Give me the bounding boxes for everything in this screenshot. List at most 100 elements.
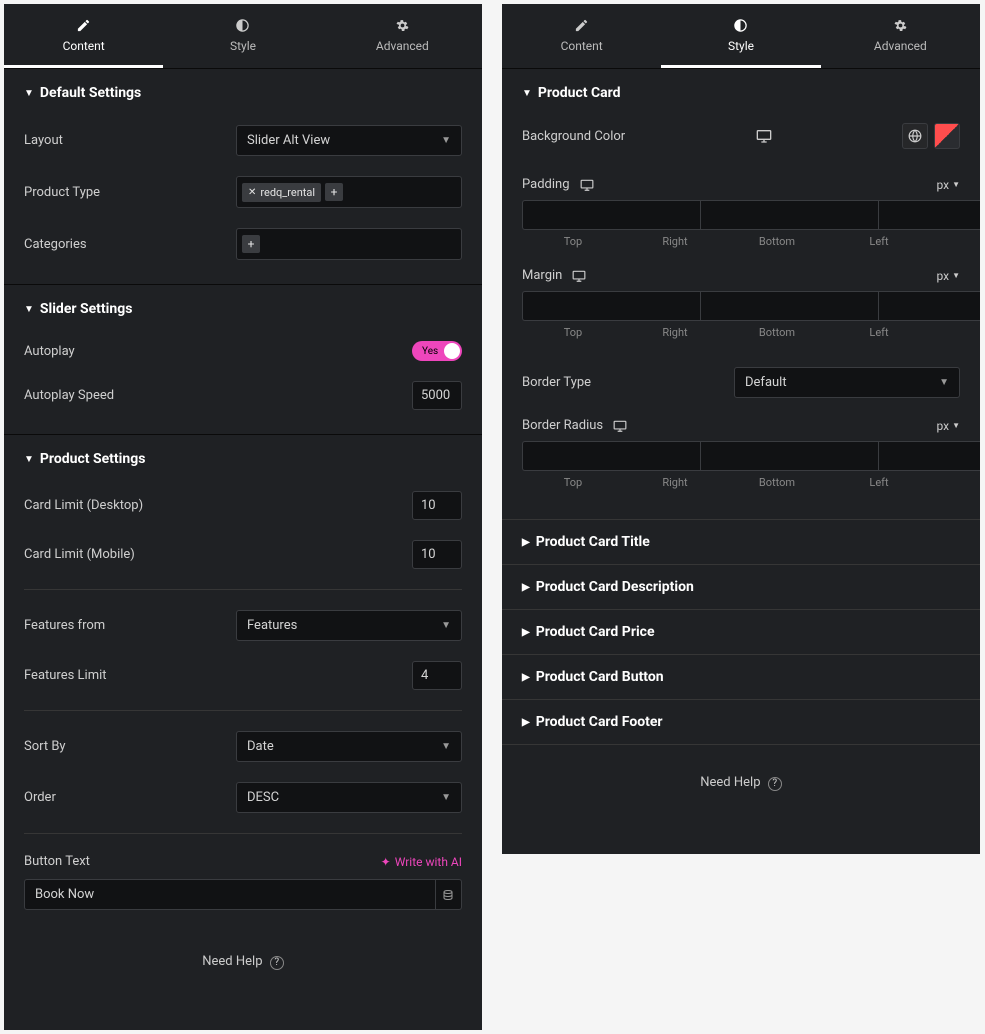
tab-content-label: Content [63, 39, 105, 53]
features-from-value: Features [247, 618, 297, 633]
autoplay-speed-input[interactable] [412, 381, 462, 410]
sort-by-value: Date [247, 739, 274, 754]
tab-advanced[interactable]: Advanced [323, 4, 482, 68]
padding-top-input[interactable] [522, 200, 700, 230]
margin-top-input[interactable] [522, 291, 700, 321]
features-limit-label: Features Limit [24, 668, 412, 683]
section-product-settings-label: Product Settings [40, 451, 145, 467]
section-product-card-button[interactable]: ▶ Product Card Button [502, 654, 980, 699]
add-tag-button[interactable]: + [325, 183, 343, 201]
remove-tag-icon[interactable]: ✕ [248, 187, 256, 198]
padding-bottom-input[interactable] [878, 200, 980, 230]
dim-top: Top [522, 476, 624, 489]
chevron-down-icon: ▼ [441, 792, 451, 803]
categories-input[interactable]: + [236, 228, 462, 260]
chevron-down-icon: ▼ [939, 377, 949, 388]
section-product-card[interactable]: ▼ Product Card [502, 69, 980, 113]
dim-bottom: Bottom [726, 476, 828, 489]
tab-style-r[interactable]: Style [661, 4, 820, 68]
caret-right-icon: ▶ [522, 717, 530, 728]
global-color-button[interactable] [902, 123, 928, 149]
layout-label: Layout [24, 133, 236, 148]
sort-by-select[interactable]: Date ▼ [236, 731, 462, 762]
tab-content[interactable]: Content [4, 4, 163, 68]
order-select[interactable]: DESC ▼ [236, 782, 462, 813]
dim-left: Left [828, 326, 930, 339]
dim-bottom: Bottom [726, 235, 828, 248]
sort-by-label: Sort By [24, 739, 236, 754]
radius-top-input[interactable] [522, 441, 700, 471]
pencil-icon [12, 18, 155, 33]
dim-left: Left [828, 235, 930, 248]
border-type-label: Border Type [522, 375, 734, 390]
features-limit-input[interactable] [412, 661, 462, 690]
style-panel: Content Style Advanced ▼ Product Card Ba… [502, 4, 980, 854]
tag-label: redq_rental [260, 186, 315, 199]
caret-right-icon: ▶ [522, 627, 530, 638]
padding-right-input[interactable] [700, 200, 878, 230]
section-default-settings[interactable]: ▼ Default Settings [4, 69, 482, 113]
desktop-icon[interactable] [572, 269, 586, 283]
border-type-select[interactable]: Default ▼ [734, 367, 960, 398]
write-with-ai-button[interactable]: ✦ Write with AI [381, 855, 462, 869]
chevron-down-icon: ▼ [441, 620, 451, 631]
section-product-card-price-label: Product Card Price [536, 624, 655, 640]
margin-right-input[interactable] [700, 291, 878, 321]
need-help-footer[interactable]: Need Help ? [4, 924, 482, 1010]
tab-advanced-r[interactable]: Advanced [821, 4, 980, 68]
content-scroll: ▼ Default Settings Layout Slider Alt Vie… [4, 69, 482, 1030]
section-slider-settings[interactable]: ▼ Slider Settings [4, 285, 482, 329]
need-help-label-r: Need Help [700, 775, 760, 790]
section-product-settings[interactable]: ▼ Product Settings [4, 435, 482, 479]
padding-unit-select[interactable]: px▼ [936, 178, 960, 192]
button-text-input[interactable] [24, 879, 436, 910]
autoplay-toggle[interactable]: Yes [412, 341, 462, 361]
default-settings-body: Layout Slider Alt View ▼ Product Type ✕ … [4, 113, 482, 284]
tab-content-r[interactable]: Content [502, 4, 661, 68]
section-product-card-footer[interactable]: ▶ Product Card Footer [502, 699, 980, 745]
radius-bottom-input[interactable] [878, 441, 980, 471]
tab-style[interactable]: Style [163, 4, 322, 68]
categories-label: Categories [24, 237, 236, 252]
background-color-label: Background Color [522, 129, 625, 144]
style-scroll: ▼ Product Card Background Color [502, 69, 980, 854]
product-type-label: Product Type [24, 185, 236, 200]
caret-down-icon: ▼ [522, 88, 532, 99]
dim-right: Right [624, 326, 726, 339]
card-limit-desktop-label: Card Limit (Desktop) [24, 498, 412, 513]
margin-unit-select[interactable]: px▼ [936, 269, 960, 283]
need-help-footer-r[interactable]: Need Help ? [502, 745, 980, 831]
margin-bottom-input[interactable] [878, 291, 980, 321]
card-limit-mobile-input[interactable] [412, 540, 462, 569]
need-help-label: Need Help [202, 954, 262, 969]
caret-right-icon: ▶ [522, 672, 530, 683]
sparkle-icon: ✦ [381, 855, 391, 869]
dynamic-tags-button[interactable] [436, 879, 462, 910]
margin-label: Margin [522, 268, 562, 283]
section-product-card-price[interactable]: ▶ Product Card Price [502, 609, 980, 654]
section-product-card-footer-label: Product Card Footer [536, 714, 663, 730]
border-radius-unit-select[interactable]: px▼ [936, 419, 960, 433]
autoplay-toggle-value: Yes [422, 346, 438, 357]
gear-icon [829, 18, 972, 33]
autoplay-label: Autoplay [24, 344, 412, 359]
desktop-icon[interactable] [580, 178, 594, 192]
border-radius-label: Border Radius [522, 418, 603, 433]
product-type-tag[interactable]: ✕ redq_rental [242, 183, 321, 202]
radius-right-input[interactable] [700, 441, 878, 471]
color-picker-button[interactable] [934, 123, 960, 149]
add-category-button[interactable]: + [242, 235, 260, 253]
tab-style-label: Style [230, 39, 256, 53]
section-product-card-title[interactable]: ▶ Product Card Title [502, 519, 980, 564]
desktop-icon[interactable] [625, 128, 902, 144]
features-from-select[interactable]: Features ▼ [236, 610, 462, 641]
section-product-card-title-label: Product Card Title [536, 534, 650, 550]
padding-label: Padding [522, 177, 570, 192]
card-limit-desktop-input[interactable] [412, 491, 462, 520]
product-settings-body: Card Limit (Desktop) Card Limit (Mobile)… [4, 479, 482, 924]
write-with-ai-label: Write with AI [395, 855, 462, 869]
section-product-card-description[interactable]: ▶ Product Card Description [502, 564, 980, 609]
layout-select[interactable]: Slider Alt View ▼ [236, 125, 462, 156]
product-type-input[interactable]: ✕ redq_rental + [236, 176, 462, 208]
desktop-icon[interactable] [613, 419, 627, 433]
